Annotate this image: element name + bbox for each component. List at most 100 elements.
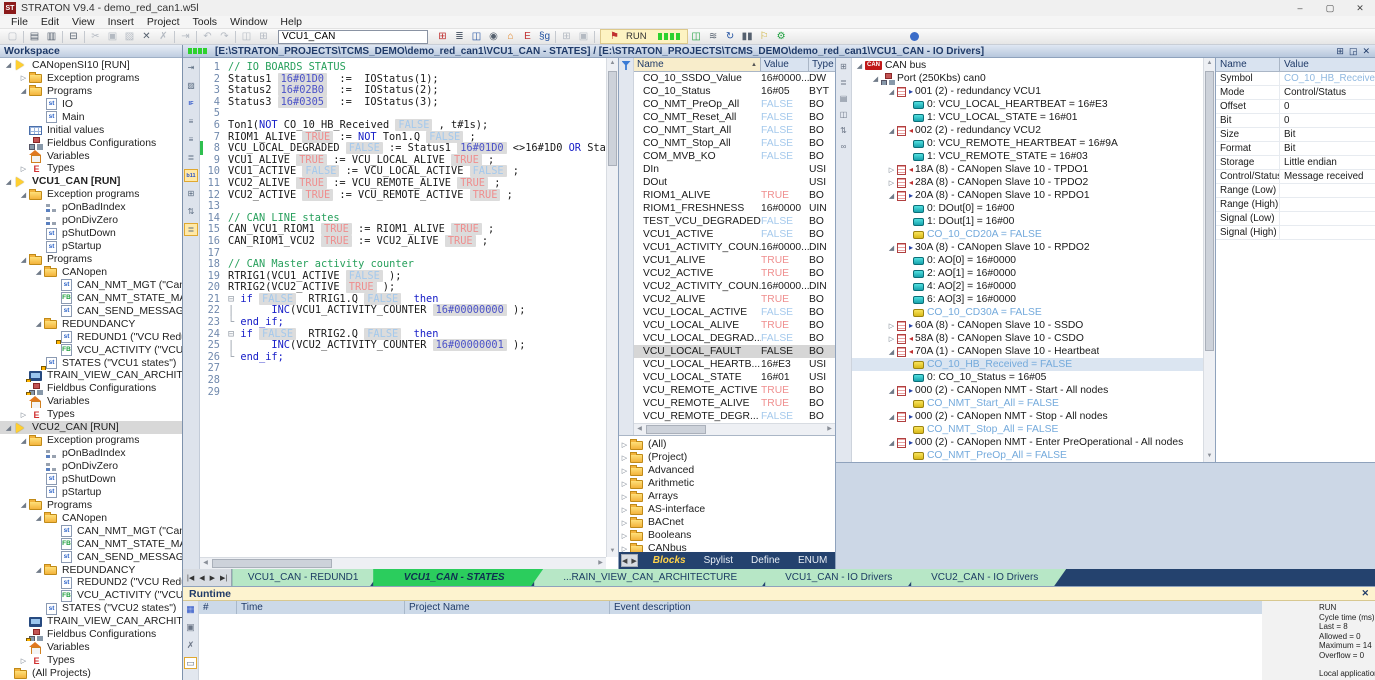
menu-view[interactable]: View: [67, 16, 100, 28]
expander-icon[interactable]: ◢: [886, 413, 897, 421]
scroll-up-icon[interactable]: ▲: [607, 58, 618, 69]
log-save-icon[interactable]: ▦: [184, 603, 197, 615]
can-tree-item[interactable]: 0: VCU_LOCAL_HEARTBEAT = 16#E3: [852, 98, 1203, 111]
copy-icon[interactable]: ▣: [104, 31, 121, 42]
variable-row[interactable]: CO_10_Status16#05BYT: [634, 85, 835, 98]
scroll-left-icon[interactable]: ◀: [200, 558, 211, 569]
expander-icon[interactable]: ▷: [886, 166, 897, 174]
variable-row[interactable]: RIOM1_FRESHNESS16#0000UIN: [634, 202, 835, 215]
scroll-down-icon[interactable]: ▼: [1204, 451, 1215, 462]
expander-icon[interactable]: ◢: [3, 424, 14, 432]
can-tree-item[interactable]: ▷◂18A (8) - CANopen Slave 10 - TPDO1: [852, 163, 1203, 176]
property-row[interactable]: SymbolCO_10_HB_Received=...: [1216, 72, 1375, 86]
column-name[interactable]: Name▲: [634, 58, 761, 71]
can-tree-item[interactable]: ▷◂28A (8) - CANopen Slave 10 - TPDO2: [852, 176, 1203, 189]
blocks-tab-spylist[interactable]: Spylist: [695, 555, 742, 566]
tree-item[interactable]: ◢CANopen: [0, 512, 182, 525]
column-value[interactable]: Value: [761, 58, 809, 71]
blocks-tab-nav[interactable]: ◀▶: [621, 554, 638, 567]
tree-item[interactable]: stSTATES ("VCU1 states"): [0, 357, 182, 370]
expander-icon[interactable]: ◢: [33, 566, 44, 574]
variable-row[interactable]: VCU_REMOTE_ALIVETRUEBO: [634, 397, 835, 410]
blocks-folder[interactable]: ▷Arrays: [619, 490, 835, 503]
variable-row[interactable]: VCU_LOCAL_ALIVETRUEBO: [634, 319, 835, 332]
tree-item[interactable]: Variables: [0, 641, 182, 654]
expander-icon[interactable]: ▷: [18, 74, 29, 82]
clear-icon[interactable]: ✗: [184, 639, 197, 651]
doc-tab[interactable]: VCU2_CAN - IO Drivers: [911, 569, 1066, 586]
property-row[interactable]: Signal (High): [1216, 226, 1375, 240]
can-tree-item[interactable]: ▷◂58A (8) - CANopen Slave 10 - CSDO: [852, 332, 1203, 345]
cut-icon[interactable]: ✂: [87, 31, 104, 42]
expander-icon[interactable]: ◢: [33, 514, 44, 522]
variable-row[interactable]: VCU1_ACTIVITY_COUN...16#0000...DIN: [634, 241, 835, 254]
expander-icon[interactable]: ▷: [619, 545, 630, 553]
property-row[interactable]: FormatBit: [1216, 142, 1375, 156]
profiles-icon[interactable]: ◫: [468, 31, 485, 42]
sort-icon[interactable]: ⇅: [184, 205, 198, 218]
expander-icon[interactable]: ▷: [886, 179, 897, 187]
expander-icon[interactable]: ◢: [886, 192, 897, 200]
tree-item[interactable]: stSTATES ("VCU2 states"): [0, 602, 182, 615]
tree-item[interactable]: stREDUND2 ("VCU Redun...: [0, 577, 182, 590]
blocks-folder[interactable]: ▷Booleans: [619, 529, 835, 542]
variable-row[interactable]: VCU_LOCAL_FAULTFALSEBO: [634, 345, 835, 358]
variable-row[interactable]: VCU_LOCAL_ACTIVEFALSEBO: [634, 306, 835, 319]
minimize-button[interactable]: –: [1285, 0, 1315, 16]
expander-icon[interactable]: ◢: [854, 62, 865, 70]
list-icon[interactable]: ≣: [840, 78, 847, 87]
tree-item[interactable]: stCAN_SEND_MESSAGES ..: [0, 305, 182, 318]
tree-item[interactable]: pOnDivZero: [0, 460, 182, 473]
expander-icon[interactable]: ▷: [619, 532, 630, 540]
can-tree-item[interactable]: 1: VCU_REMOTE_STATE = 16#03: [852, 150, 1203, 163]
simulation-icon[interactable]: ◫: [688, 31, 705, 42]
blocks-nav-icon[interactable]: ▶: [631, 557, 636, 565]
undo-icon[interactable]: ↶: [199, 31, 216, 42]
variable-row[interactable]: VCU_LOCAL_HEARTB...16#E3USI: [634, 358, 835, 371]
property-row[interactable]: Offset0: [1216, 100, 1375, 114]
runtime-column-0[interactable]: #: [199, 601, 237, 614]
blocks-tab-blocks[interactable]: Blocks: [644, 555, 695, 566]
tree-item[interactable]: (All Projects): [0, 667, 182, 680]
menu-project[interactable]: Project: [142, 16, 185, 28]
tree-item[interactable]: TRAIN_VIEW_CAN_ARCHITECT...: [0, 370, 182, 383]
blocks-folder[interactable]: ▷Arithmetic: [619, 477, 835, 490]
blocks-folder[interactable]: ▷AS-interface: [619, 503, 835, 516]
dock-icon[interactable]: ⊞: [1336, 46, 1344, 57]
can-tree-item[interactable]: ◢Port (250Kbs) can0: [852, 72, 1203, 85]
fieldbus-icon[interactable]: ≣: [451, 31, 468, 42]
property-row[interactable]: Signal (Low): [1216, 212, 1375, 226]
save-icon[interactable]: ▤: [26, 31, 43, 42]
tree-item[interactable]: FBVCU_ACTIVITY ("VCU sta...: [0, 589, 182, 602]
scroll-down-icon[interactable]: ▼: [607, 546, 618, 557]
tree-item[interactable]: ◢VCU1_CAN [RUN]: [0, 175, 182, 188]
swap-icon[interactable]: ⇅: [840, 126, 847, 135]
property-row[interactable]: Range (High): [1216, 198, 1375, 212]
scroll-thumb[interactable]: [646, 425, 706, 434]
zoom-icon[interactable]: ⊞: [255, 31, 272, 42]
variable-row[interactable]: DInUSI: [634, 163, 835, 176]
can-tree-item[interactable]: ▷▸60A (8) - CANopen Slave 10 - SSDO: [852, 319, 1203, 332]
doc-tab[interactable]: VCU1_CAN - REDUND1: [232, 569, 382, 586]
tree-item[interactable]: stCAN_SEND_MESSAGES ..: [0, 551, 182, 564]
expander-icon[interactable]: ▷: [18, 165, 29, 173]
code-area[interactable]: 1// IO BOARDS STATUS2Status1 16#01D0 := …: [200, 58, 606, 557]
indent-icon[interactable]: ⇥: [184, 61, 198, 74]
can-tree-item[interactable]: 0: VCU_REMOTE_HEARTBEAT = 16#9A: [852, 137, 1203, 150]
expander-icon[interactable]: ▷: [619, 506, 630, 514]
binary-values-icon[interactable]: b11: [184, 169, 198, 182]
tree-item[interactable]: ◢Exception programs: [0, 434, 182, 447]
can-tree-item[interactable]: 0: DOut[0] = 16#00: [852, 202, 1203, 215]
scroll-right-icon[interactable]: ▶: [595, 558, 606, 569]
can-tree-item[interactable]: CO_10_CD30A = FALSE: [852, 306, 1203, 319]
settings-icon[interactable]: ⚙: [773, 31, 790, 42]
can-tree-item[interactable]: CO_NMT_Start_All = FALSE: [852, 397, 1203, 410]
expander-icon[interactable]: ◢: [3, 61, 14, 69]
can-tree-item[interactable]: 4: AO[2] = 16#0000: [852, 280, 1203, 293]
property-row[interactable]: Control/StatusMessage received: [1216, 170, 1375, 184]
tree-item[interactable]: FBCAN_NMT_STATE_MA...: [0, 292, 182, 305]
tree-item[interactable]: FBCAN_NMT_STATE_MA...: [0, 538, 182, 551]
variable-row[interactable]: VCU1_ALIVETRUEBO: [634, 254, 835, 267]
tree-item[interactable]: Initial values: [0, 124, 182, 137]
property-row[interactable]: Range (Low): [1216, 184, 1375, 198]
